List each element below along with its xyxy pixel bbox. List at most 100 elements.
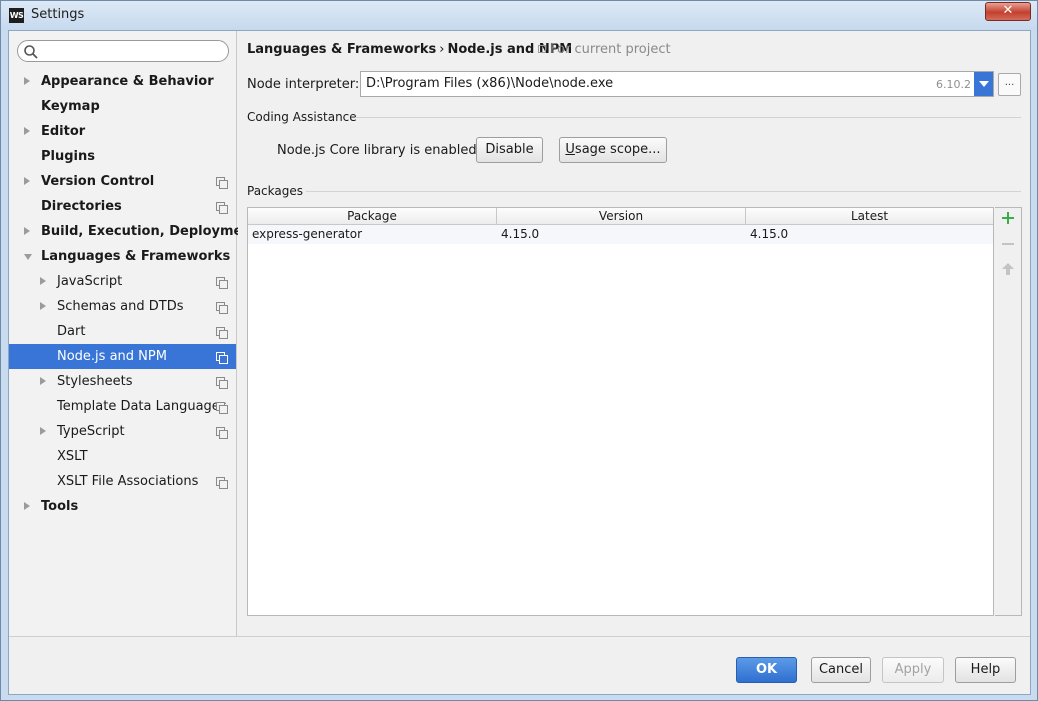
webstorm-app-icon: WS [9, 8, 24, 23]
collapsed-arrow-icon[interactable] [24, 502, 30, 510]
close-button[interactable]: ✕ [985, 2, 1031, 21]
sidebar-item-label: Schemas and DTDs [57, 299, 184, 314]
usage-scope-label: sage scope... [574, 142, 661, 157]
sidebar-item-dart[interactable]: Dart [9, 319, 236, 344]
column-header-package[interactable]: Package [248, 208, 497, 225]
node-interpreter-path: D:\Program Files (x86)\Node\node.exe [366, 76, 614, 91]
node-version: 6.10.2 [936, 78, 971, 91]
settings-sidebar: Appearance & Behavior Keymap Editor Plugins… [9, 31, 258, 636]
sidebar-item-typescript[interactable]: TypeScript [9, 419, 236, 444]
title-bar: WS Settings ✕ [1, 1, 1037, 30]
collapsed-arrow-icon[interactable] [40, 377, 46, 385]
expanded-arrow-icon[interactable] [24, 254, 32, 260]
sidebar-item-label: Build, Execution, Deployment [41, 224, 258, 239]
sidebar-item-languages-frameworks[interactable]: Languages & Frameworks [9, 244, 236, 269]
sidebar-item-javascript[interactable]: JavaScript [9, 269, 236, 294]
for-current-project-note: For current project [538, 42, 671, 57]
package-latest-cell: 4.15.0 [750, 227, 789, 241]
package-name-cell: express-generator [252, 227, 363, 241]
search-input[interactable] [42, 43, 222, 59]
search-icon [24, 45, 38, 59]
settings-window: WS Settings ✕ Appearance & Behavior Keyma… [0, 0, 1038, 701]
project-settings-icon [216, 377, 228, 389]
sidebar-item-label: Appearance & Behavior [41, 74, 214, 89]
sidebar-item-xslt-file-associations[interactable]: XSLT File Associations [9, 469, 236, 494]
sidebar-item-label: Dart [57, 324, 86, 339]
sidebar-item-editor[interactable]: Editor [9, 119, 236, 144]
apply-button[interactable]: Apply [882, 657, 944, 683]
packages-toolbar [995, 207, 1022, 616]
chevron-down-icon[interactable] [974, 72, 993, 96]
sidebar-item-plugins[interactable]: Plugins [9, 144, 236, 169]
collapsed-arrow-icon[interactable] [24, 177, 30, 185]
packages-title: Packages [247, 184, 303, 198]
project-settings-icon [216, 327, 228, 339]
sidebar-item-label: Editor [41, 124, 86, 139]
project-settings-icon [216, 302, 228, 314]
usage-scope-button[interactable]: Usage scope... [559, 137, 667, 163]
project-settings-icon [216, 402, 228, 414]
sidebar-item-label: Plugins [41, 149, 95, 164]
collapsed-arrow-icon[interactable] [40, 427, 46, 435]
project-settings-icon [216, 202, 228, 214]
project-settings-icon [216, 427, 228, 439]
sidebar-item-label: Tools [41, 499, 79, 514]
browse-interpreter-button[interactable]: ... [998, 73, 1021, 96]
sidebar-item-label: TypeScript [57, 424, 125, 439]
sidebar-item-label: Version Control [41, 174, 155, 189]
collapsed-arrow-icon[interactable] [24, 77, 30, 85]
sidebar-item-appearance-behavior[interactable]: Appearance & Behavior [9, 69, 236, 94]
dialog-footer: OK Cancel Apply Help [9, 636, 1030, 694]
packages-table-header: Package Version Latest [248, 208, 993, 225]
sidebar-item-template-data-languages[interactable]: Template Data Languages [9, 394, 236, 419]
sidebar-item-node-js-and-npm[interactable]: Node.js and NPM [9, 344, 236, 369]
project-settings-icon [216, 177, 228, 189]
sidebar-item-label: Stylesheets [57, 374, 133, 389]
collapsed-arrow-icon[interactable] [24, 127, 30, 135]
coding-assistance-divider [355, 117, 1021, 118]
collapsed-arrow-icon[interactable] [40, 302, 46, 310]
sidebar-item-directories[interactable]: Directories [9, 194, 236, 219]
node-interpreter-label: Node interpreter: [247, 77, 360, 92]
sidebar-item-stylesheets[interactable]: Stylesheets [9, 369, 236, 394]
sidebar-item-build-execution-deployment[interactable]: Build, Execution, Deployment [9, 219, 258, 244]
close-icon: ✕ [1002, 3, 1014, 18]
remove-package-icon[interactable] [1002, 243, 1014, 245]
sidebar-item-keymap[interactable]: Keymap [9, 94, 236, 119]
breadcrumb-separator: › [439, 42, 445, 57]
node-interpreter-combo[interactable]: D:\Program Files (x86)\Node\node.exe 6.1… [360, 71, 994, 97]
sidebar-item-label: Directories [41, 199, 122, 214]
sidebar-item-schemas-and-dtds[interactable]: Schemas and DTDs [9, 294, 236, 319]
help-button[interactable]: Help [955, 657, 1016, 683]
project-scope-icon [538, 45, 546, 53]
sidebar-item-xslt[interactable]: XSLT [9, 444, 236, 469]
collapsed-arrow-icon[interactable] [24, 227, 30, 235]
add-package-icon[interactable] [1001, 211, 1015, 225]
upgrade-package-icon[interactable] [1002, 263, 1014, 277]
column-header-latest[interactable]: Latest [746, 208, 993, 225]
nodejs-settings-panel: Languages & Frameworks › Node.js and NPM F… [238, 31, 1030, 636]
cancel-button[interactable]: Cancel [811, 657, 871, 683]
ok-button[interactable]: OK [736, 657, 797, 683]
coding-assistance-title: Coding Assistance [247, 110, 357, 124]
core-library-status: Node.js Core library is enabled. [277, 143, 481, 158]
sidebar-item-label: Node.js and NPM [57, 349, 167, 364]
sidebar-item-label: Languages & Frameworks [41, 249, 231, 264]
sidebar-item-label: XSLT File Associations [57, 474, 199, 489]
sidebar-item-version-control[interactable]: Version Control [9, 169, 236, 194]
sidebar-item-label: Keymap [41, 99, 100, 114]
packages-divider [306, 191, 1021, 192]
column-header-version[interactable]: Version [497, 208, 746, 225]
sidebar-item-tools[interactable]: Tools [9, 494, 236, 519]
settings-tree: Appearance & Behavior Keymap Editor Plugins… [9, 69, 258, 519]
disable-button[interactable]: Disable [476, 137, 543, 163]
collapsed-arrow-icon[interactable] [40, 277, 46, 285]
breadcrumb: Languages & Frameworks › Node.js and NPM [247, 42, 572, 57]
usage-scope-mnemonic: U [565, 142, 575, 157]
project-settings-icon [216, 352, 228, 364]
settings-search[interactable] [17, 40, 229, 62]
sidebar-item-label: XSLT [57, 449, 88, 464]
project-settings-icon [216, 477, 228, 489]
packages-table: Package Version Latest express-generator… [247, 207, 994, 616]
table-row[interactable]: express-generator 4.15.0 4.15.0 [248, 225, 993, 244]
